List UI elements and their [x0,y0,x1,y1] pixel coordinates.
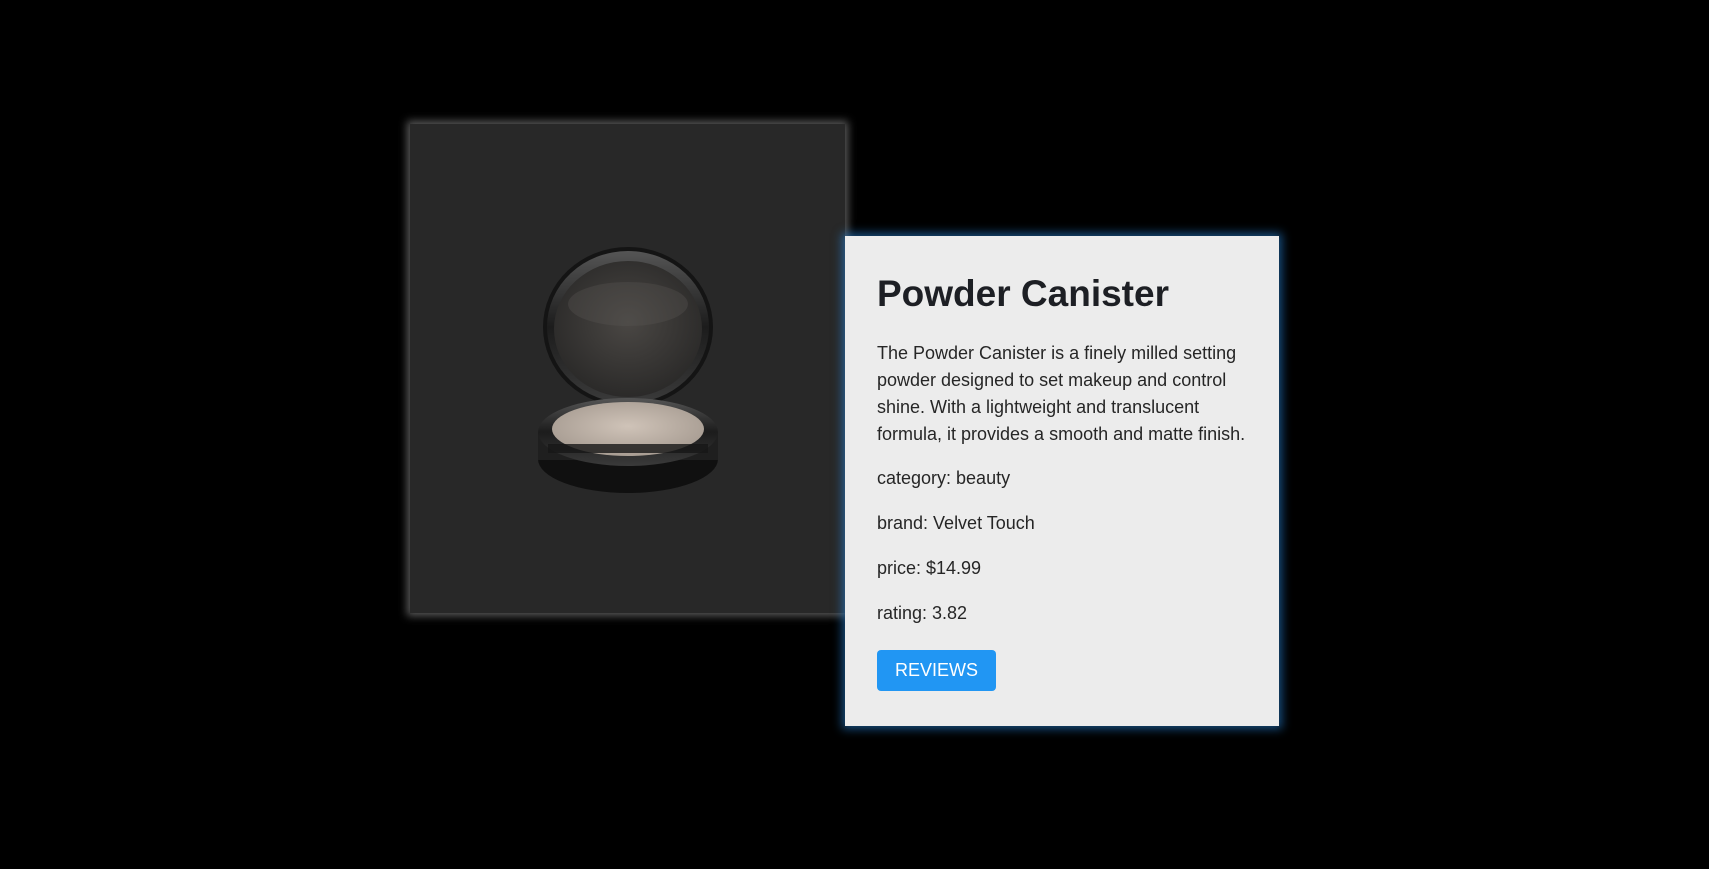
reviews-button[interactable]: REVIEWS [877,649,997,691]
product-category: category: beauty [877,467,1011,488]
product-title: Powder Canister [877,273,1169,314]
product-price: price: $14.99 [877,557,982,578]
product-brand: brand: Velvet Touch [877,512,1035,533]
product-info-card: Powder Canister The Powder Canister is a… [845,236,1279,726]
page-stage: Powder Canister The Powder Canister is a… [0,0,1709,869]
product-description: The Powder Canister is a finely milled s… [877,342,1246,444]
product-image-panel [410,124,845,613]
product-rating: rating: 3.82 [877,602,968,623]
powder-compact-image [537,246,718,493]
